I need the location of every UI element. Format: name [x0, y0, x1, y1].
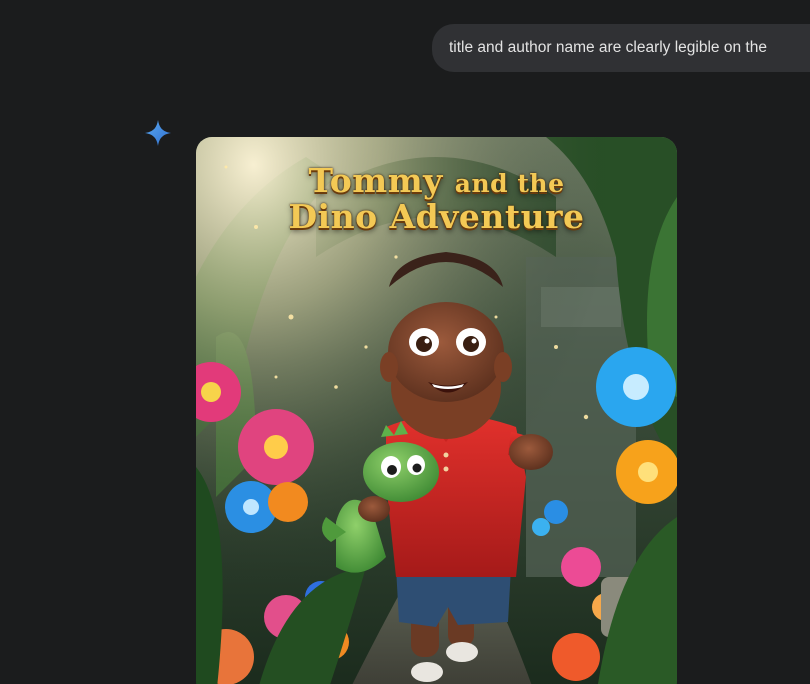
- gemini-sparkle-icon: [145, 120, 171, 146]
- title-line-dino-adventure: Dino Adventure: [288, 197, 585, 237]
- generated-book-cover-image[interactable]: Tommy and the Dino Adventure: [196, 137, 677, 684]
- title-word-tommy: Tommy: [308, 161, 443, 200]
- chat-page: title and author name are clearly legibl…: [0, 0, 810, 684]
- title-word-and-the: and the: [454, 169, 565, 198]
- book-cover-title: Tommy and the Dino Adventure: [196, 161, 677, 237]
- user-message-bubble: title and author name are clearly legibl…: [432, 24, 810, 72]
- user-message-text: title and author name are clearly legibl…: [449, 39, 767, 56]
